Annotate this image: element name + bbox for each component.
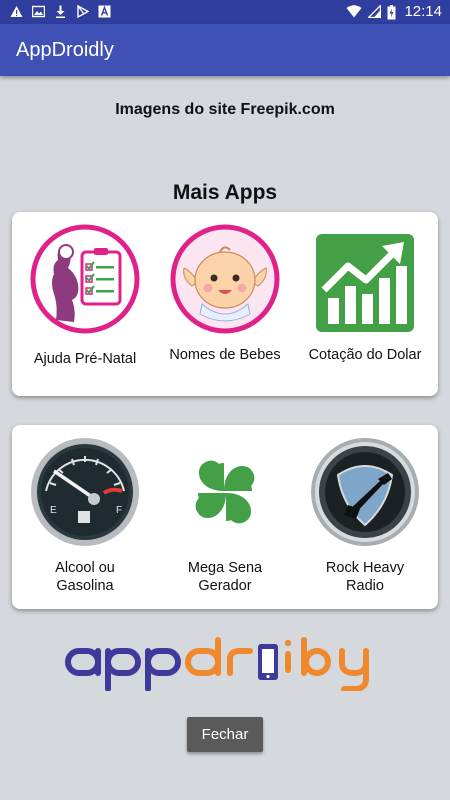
- more-apps-title: Mais Apps: [172, 181, 278, 204]
- download-icon: [54, 5, 67, 18]
- pregnant-checklist-icon: [30, 224, 140, 334]
- app-label: Nomes de Bebes: [169, 347, 281, 363]
- wifi-icon: [346, 5, 362, 18]
- image-credit: Imagens do site Freepik.com: [115, 101, 335, 118]
- cellular-icon: [367, 3, 382, 19]
- trend-chart-icon: [316, 234, 414, 332]
- app-label: Rock Heavy Radio: [325, 560, 405, 594]
- app-label: Alcool ou Gasolina: [55, 560, 115, 594]
- app-mega-sena-gerador[interactable]: Mega Sena Gerador: [154, 435, 296, 595]
- app-label: Ajuda Pré-Natal: [33, 351, 137, 367]
- notification-icons: [10, 4, 111, 19]
- play-store-icon: [76, 4, 90, 19]
- four-leaf-clover-icon: [195, 460, 255, 524]
- app-rock-heavy-radio[interactable]: Rock Heavy Radio: [294, 435, 436, 595]
- clock: 12:14: [404, 3, 442, 20]
- app-ajuda-pre-natal[interactable]: Ajuda Pré-Natal: [14, 222, 156, 368]
- baby-face-icon: [170, 224, 280, 334]
- font-icon: [98, 5, 111, 18]
- guitar-pick-icon: [311, 438, 419, 546]
- app-title: AppDroidly: [16, 39, 114, 61]
- image-icon: [31, 5, 46, 18]
- system-icons: 12:14: [346, 3, 442, 20]
- appdroidly-logo: [64, 637, 386, 692]
- status-bar: 12:14: [0, 0, 450, 24]
- svg-text:F: F: [116, 505, 122, 516]
- svg-text:E: E: [50, 505, 57, 516]
- battery-charging-icon: [387, 5, 396, 20]
- apps-card-1: Ajuda Pré-Natal Nomes de Bebes Cotação d…: [12, 212, 438, 396]
- alert-icon: [10, 5, 23, 18]
- close-button[interactable]: Fechar: [187, 717, 263, 752]
- app-alcool-ou-gasolina[interactable]: E F Alcool ou Gasolina: [14, 435, 156, 595]
- app-label: Mega Sena Gerador: [187, 560, 263, 594]
- app-cotacao-do-dolar[interactable]: Cotação do Dolar: [294, 222, 436, 364]
- fuel-gauge-icon: E F: [31, 438, 139, 546]
- app-nomes-de-bebes[interactable]: Nomes de Bebes: [154, 222, 296, 364]
- app-label: Cotação do Dolar: [308, 347, 422, 363]
- app-bar: AppDroidly: [0, 24, 450, 76]
- apps-card-2: E F Alcool ou Gasolina Mega Sena Gerador: [12, 425, 438, 609]
